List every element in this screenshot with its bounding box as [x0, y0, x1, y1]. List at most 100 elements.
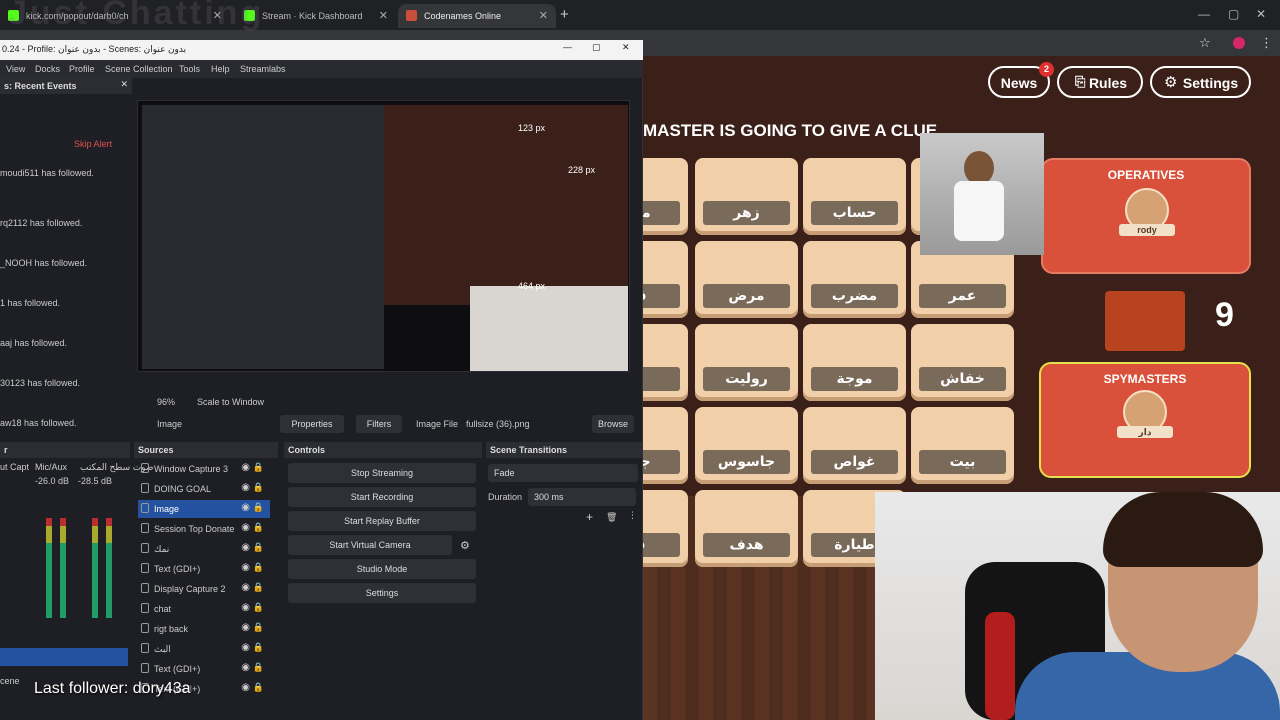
word-card[interactable]: جيل	[643, 407, 688, 484]
skip-alert-button[interactable]: Skip Alert	[74, 139, 112, 149]
start-replay-buffer-button[interactable]: Start Replay Buffer	[288, 511, 476, 531]
visibility-icon[interactable]: ◉	[241, 642, 250, 653]
lock-icon[interactable]: 🔒	[253, 542, 264, 553]
lock-icon[interactable]: 🔒	[253, 502, 264, 513]
lock-icon[interactable]: 🔒	[253, 462, 264, 473]
word-card[interactable]: هدف	[695, 490, 798, 567]
bookmark-star-icon[interactable]: ☆	[1199, 35, 1211, 51]
properties-button[interactable]: Properties	[280, 415, 344, 433]
news-button[interactable]: News 2	[988, 62, 1054, 98]
source-item[interactable]: DOING GOAL ◉ 🔒	[138, 480, 270, 498]
close-icon[interactable]: ✕	[539, 9, 548, 22]
url-input[interactable]	[642, 33, 1202, 53]
settings-button[interactable]: Settings	[288, 583, 476, 603]
source-item[interactable]: Display Capture 2 ◉ 🔒	[138, 580, 270, 598]
new-tab-button[interactable]: +	[560, 6, 569, 23]
close-window-icon[interactable]: ✕	[1256, 7, 1266, 21]
trash-icon[interactable]: 🗑	[606, 512, 617, 523]
source-item[interactable]: Text (GDI+) ◉ 🔒	[138, 660, 270, 678]
word-card[interactable]: مضرب	[803, 241, 906, 318]
more-icon[interactable]: ⋮	[628, 510, 637, 521]
lock-icon[interactable]: 🔒	[253, 662, 264, 673]
source-item-selected[interactable]: Image ◉ 🔒	[138, 500, 270, 518]
lock-icon[interactable]: 🔒	[253, 602, 264, 613]
source-item[interactable]: Text (GDI+) ◉ 🔒	[138, 560, 270, 578]
gear-icon[interactable]: ⚙	[460, 539, 470, 552]
word-card[interactable]: قم	[643, 241, 688, 318]
transition-type-select[interactable]: Fade	[488, 464, 638, 482]
source-item[interactable]: rigt back ◉ 🔒	[138, 620, 270, 638]
rules-button[interactable]: ⎘ Rules	[1057, 66, 1143, 98]
start-recording-button[interactable]: Start Recording	[288, 487, 476, 507]
close-icon[interactable]: ✕	[622, 42, 630, 53]
visibility-icon[interactable]: ◉	[241, 562, 250, 573]
start-virtual-camera-button[interactable]: Start Virtual Camera	[288, 535, 452, 555]
source-item[interactable]: نمك ◉ 🔒	[138, 540, 270, 558]
lock-icon[interactable]: 🔒	[253, 642, 264, 653]
visibility-icon[interactable]: ◉	[241, 502, 250, 513]
word-card[interactable]: جاسوس	[695, 407, 798, 484]
settings-button[interactable]: ⚙ Settings	[1150, 66, 1251, 98]
rules-label: Rules	[1088, 75, 1128, 91]
scale-dropdown[interactable]: Scale to Window	[197, 397, 264, 407]
visibility-icon[interactable]: ◉	[241, 522, 250, 533]
lock-icon[interactable]: 🔒	[253, 482, 264, 493]
visibility-icon[interactable]: ◉	[241, 462, 250, 473]
word-card[interactable]: بيت	[911, 407, 1014, 484]
visibility-icon[interactable]: ◉	[241, 482, 250, 493]
source-item[interactable]: البث ◉ 🔒	[138, 640, 270, 658]
menu-docks[interactable]: Docks	[35, 64, 60, 74]
visibility-icon[interactable]: ◉	[241, 602, 250, 613]
menu-profile[interactable]: Profile	[69, 64, 95, 74]
visibility-icon[interactable]: ◉	[241, 542, 250, 553]
menu-streamlabs[interactable]: Streamlabs	[240, 64, 286, 74]
word-card[interactable]: مش	[643, 158, 688, 235]
duration-input[interactable]: 300 ms	[528, 488, 636, 506]
word-card[interactable]: موجة	[803, 324, 906, 401]
visibility-icon[interactable]: ◉	[241, 582, 250, 593]
maximize-icon[interactable]: ▢	[592, 42, 601, 53]
menu-view[interactable]: View	[6, 64, 25, 74]
stop-streaming-button[interactable]: Stop Streaming	[288, 463, 476, 483]
word-card[interactable]: زهر	[695, 158, 798, 235]
word-card[interactable]: حساب	[803, 158, 906, 235]
clue-banner: MASTER IS GOING TO GIVE A CLUE	[643, 121, 938, 140]
word-card[interactable]: مرض	[695, 241, 798, 318]
close-icon[interactable]: ✕	[379, 9, 388, 22]
obs-preview[interactable]: 123 px 228 px 464 px	[137, 100, 630, 372]
obs-titlebar: 0.24 - Profile: بدون عنوان - Scenes: بدو…	[0, 40, 643, 60]
lock-icon[interactable]: 🔒	[253, 522, 264, 533]
maximize-icon[interactable]: ▢	[1228, 7, 1239, 21]
lock-icon[interactable]: 🔒	[253, 582, 264, 593]
word-card[interactable]: روليت	[695, 324, 798, 401]
word-card[interactable]: فر	[643, 490, 688, 567]
menu-scene-collection[interactable]: Scene Collection	[105, 64, 173, 74]
word-card[interactable]: خفاش	[911, 324, 1014, 401]
add-icon[interactable]: +	[586, 510, 593, 524]
word-card[interactable]: حا	[643, 324, 688, 401]
lock-icon[interactable]: 🔒	[253, 682, 264, 693]
visibility-icon[interactable]: ◉	[241, 662, 250, 673]
minimize-icon[interactable]: —	[1198, 7, 1210, 21]
close-icon[interactable]: ✕	[120, 79, 128, 90]
scene-selected[interactable]	[0, 648, 128, 666]
lock-icon[interactable]: 🔒	[253, 562, 264, 573]
source-item[interactable]: chat ◉ 🔒	[138, 600, 270, 618]
source-item[interactable]: Session Top Donate ◉ 🔒	[138, 520, 270, 538]
event-item: rq2112 has followed.	[0, 218, 83, 228]
tab-codenames[interactable]: Codenames Online ✕	[398, 4, 556, 28]
browser-menu-icon[interactable]: ⋮	[1260, 35, 1273, 51]
word-card[interactable]: غواص	[803, 407, 906, 484]
source-item[interactable]: Window Capture 3 ◉ 🔒	[138, 460, 270, 478]
minimize-icon[interactable]: —	[563, 42, 572, 52]
visibility-icon[interactable]: ◉	[241, 622, 250, 633]
menu-tools[interactable]: Tools	[179, 64, 200, 74]
visibility-icon[interactable]: ◉	[241, 682, 250, 693]
filters-button[interactable]: Filters	[356, 415, 402, 433]
studio-mode-button[interactable]: Studio Mode	[288, 559, 476, 579]
profile-avatar[interactable]	[1233, 37, 1245, 49]
browse-button[interactable]: Browse	[592, 415, 634, 433]
lock-icon[interactable]: 🔒	[253, 622, 264, 633]
image-file-path[interactable]: fullsize (36).png	[466, 419, 530, 429]
menu-help[interactable]: Help	[211, 64, 230, 74]
